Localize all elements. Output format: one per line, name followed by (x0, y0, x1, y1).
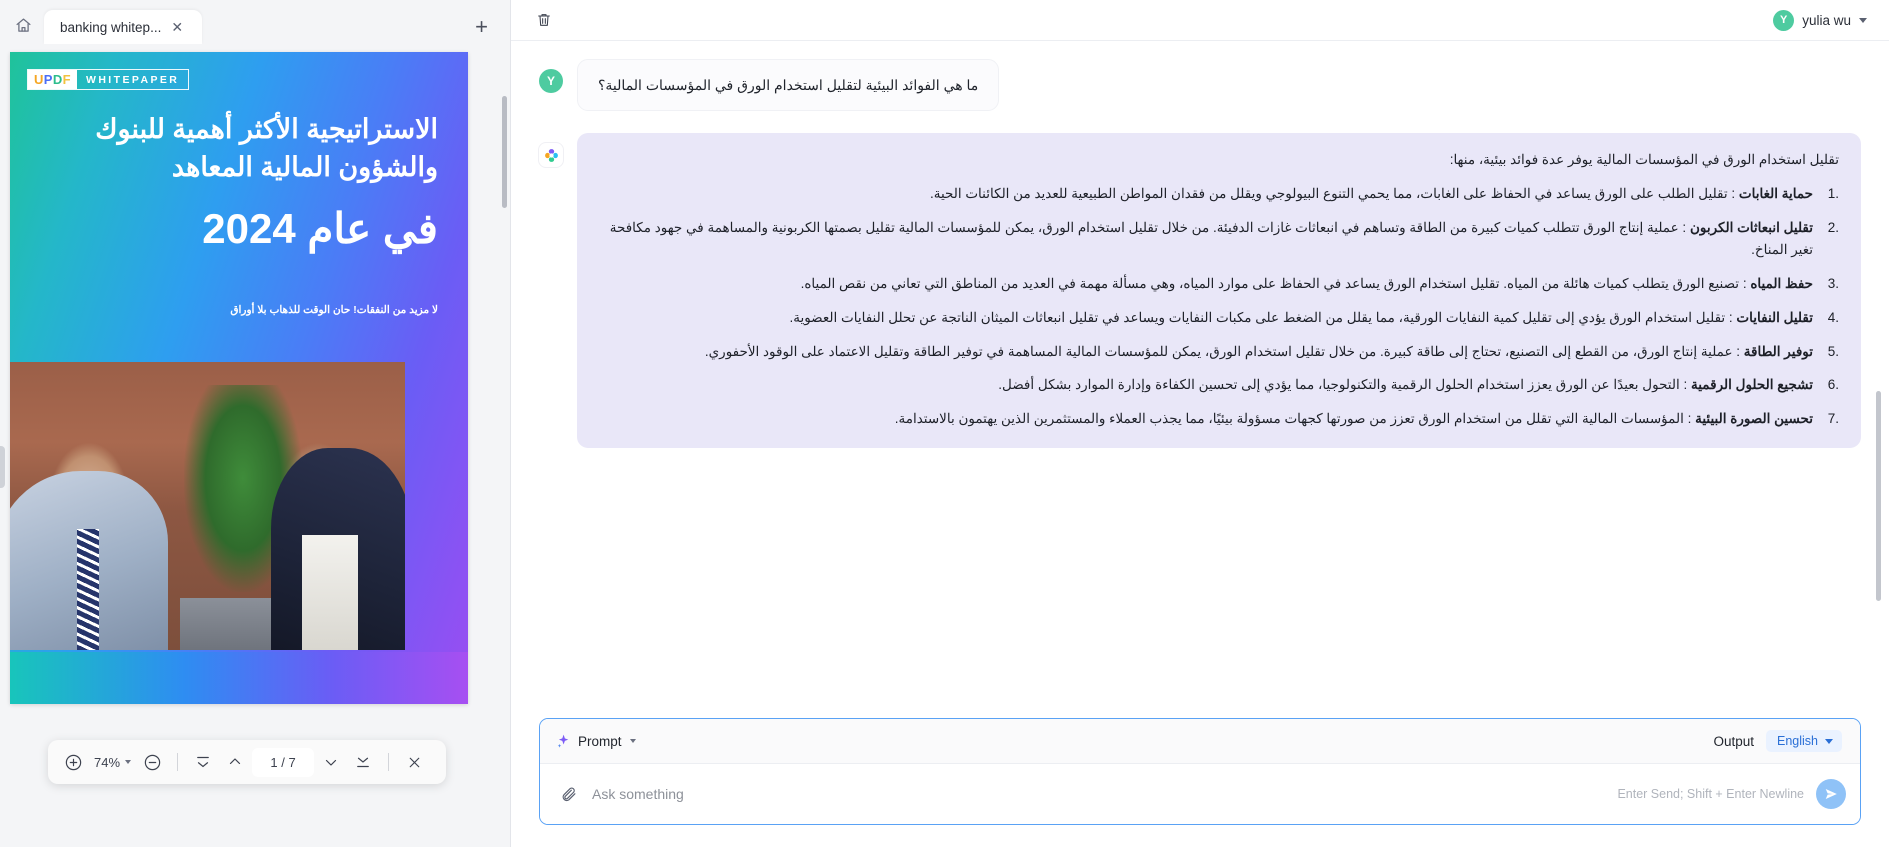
zoom-in-icon[interactable] (58, 747, 88, 777)
prompt-label: Prompt (578, 733, 622, 749)
paperclip-icon[interactable] (556, 782, 580, 806)
zoom-out-icon[interactable] (137, 747, 167, 777)
pdf-scrollbar[interactable] (502, 96, 507, 208)
answer-item-body: عملية إنتاج الورق، من القطع إلى التصنيع،… (704, 343, 1733, 359)
answer-item-body: تقليل الطلب على الورق يساعد في الحفاظ عل… (929, 186, 1728, 202)
answer-item-heading: تشجيع الحلول الرقمية (1691, 377, 1813, 393)
cover-photo (10, 362, 405, 650)
answer-item-body: تقليل استخدام الورق يؤدي إلى تقليل كمية … (789, 309, 1726, 325)
toolbar-divider-2 (388, 753, 390, 771)
composer: Prompt Output English Ask something Ente… (539, 718, 1861, 825)
app-root: banking whitep... ✕ + UPDF WHITEPAPER ال… (0, 0, 1889, 847)
close-viewer-icon[interactable] (399, 747, 429, 777)
updf-wordmark: UPDF (28, 70, 78, 89)
send-button[interactable] (1816, 779, 1846, 809)
next-page-icon[interactable] (316, 747, 346, 777)
chevron-down-icon (629, 739, 636, 743)
chat-scrollbar[interactable] (1876, 391, 1881, 601)
updf-letter-u: U (34, 72, 44, 87)
avatar: Y (1773, 9, 1795, 31)
answer-intro: تقليل استخدام الورق في المؤسسات المالية … (1449, 152, 1839, 168)
answer-list-item: تحسين الصورة البيئية : المؤسسات المالية … (894, 408, 1839, 430)
cover-footer-bar (10, 652, 468, 704)
user-name: yulia wu (1802, 12, 1851, 28)
chat-header: Y yulia wu (511, 0, 1889, 41)
answer-item-heading: تقليل انبعاثات الكربون (1689, 220, 1813, 236)
avatar: Y (539, 69, 563, 93)
user-message-text: ما هي الفوائد البيئية لتقليل استخدام الو… (577, 59, 1000, 112)
output-group: Output English (1713, 730, 1842, 752)
chevron-down-icon (1859, 17, 1867, 23)
pdf-page-1: UPDF WHITEPAPER الاستراتيجية الأكثر أهمي… (10, 52, 468, 704)
answer-list-item: تقليل النفايات : تقليل استخدام الورق يؤد… (789, 307, 1839, 329)
composer-input-row: Enter Send; Shift + Enter Newline (540, 764, 1860, 824)
composer-toolbar: Prompt Output English (540, 719, 1860, 764)
keyboard-hint: Enter Send; Shift + Enter Newline (1617, 787, 1804, 801)
updf-letter-f: F (62, 72, 72, 87)
close-icon[interactable]: ✕ (169, 18, 185, 36)
last-page-icon[interactable] (348, 747, 378, 777)
answer-item-heading: حماية الغابات (1738, 186, 1813, 202)
message-assistant: تقليل استخدام الورق في المؤسسات المالية … (539, 133, 1861, 449)
search-input[interactable] (592, 786, 1606, 802)
answer-item-body: تصنيع الورق يتطلب كميات هائلة من المياه.… (800, 275, 1740, 291)
home-icon[interactable] (6, 6, 40, 44)
ai-logo-icon (539, 143, 563, 168)
composer-wrap: Prompt Output English Ask something Ente… (511, 712, 1889, 847)
answer-list-item: حماية الغابات : تقليل الطلب على الورق يس… (929, 183, 1839, 205)
page-indicator[interactable]: 1 / 7 (252, 747, 315, 777)
updf-letter-d: D (52, 72, 63, 87)
updf-letter-p: P (43, 72, 53, 87)
message-user: Y ما هي الفوائد البيئية لتقليل استخدام ا… (539, 59, 1861, 112)
answer-list-item: تشجيع الحلول الرقمية : التحول بعيدًا عن … (998, 374, 1839, 396)
cover-title: الاستراتيجية الأكثر أهمية للبنوك والشؤون… (95, 114, 438, 183)
language-selector[interactable]: English (1766, 730, 1842, 752)
output-label: Output (1713, 733, 1754, 749)
zoom-level-value: 74% (94, 754, 121, 770)
sparkle-icon (557, 734, 569, 748)
updf-whitepaper-label: WHITEPAPER (86, 73, 180, 86)
language-value: English (1777, 734, 1818, 748)
answer-list-item: حفظ المياه : تصنيع الورق يتطلب كميات هائ… (800, 273, 1839, 295)
chat-pane: Y yulia wu Y ما هي الفوائد البيئية لتقلي… (511, 0, 1889, 847)
panel-resize-handle[interactable] (0, 445, 5, 488)
chevron-down-icon (1825, 738, 1833, 744)
answer-list: حماية الغابات : تقليل الطلب على الورق يس… (599, 183, 1839, 430)
answer-item-heading: تقليل النفايات (1736, 309, 1813, 325)
tab-label: banking whitep... (60, 19, 162, 35)
answer-item-body: المؤسسات المالية التي تقلل من استخدام ال… (894, 411, 1684, 427)
answer-list-item: تقليل انبعاثات الكربون : عملية إنتاج الو… (609, 217, 1839, 257)
assistant-message: تقليل استخدام الورق في المؤسسات المالية … (577, 133, 1861, 449)
chat-messages[interactable]: Y ما هي الفوائد البيئية لتقليل استخدام ا… (511, 41, 1889, 712)
chevron-down-icon (125, 760, 132, 764)
cover-subtitle: لا مزيد من النفقات! حان الوقت للذهاب بلا… (230, 304, 438, 316)
answer-item-heading: تحسين الصورة البيئية (1695, 411, 1813, 427)
updf-logo: UPDF WHITEPAPER (27, 69, 190, 90)
answer-list-item: توفير الطاقة : عملية إنتاج الورق، من الق… (704, 341, 1839, 363)
answer-item-body: التحول بعيدًا عن الورق يعزز استخدام الحل… (998, 377, 1680, 393)
pdf-toolbar: 74% 1 / 7 (48, 740, 446, 784)
new-tab-button[interactable]: + (475, 16, 488, 38)
pdf-stage[interactable]: UPDF WHITEPAPER الاستراتيجية الأكثر أهمي… (0, 44, 510, 847)
pdf-viewer-pane: banking whitep... ✕ + UPDF WHITEPAPER ال… (0, 0, 511, 847)
document-tab[interactable]: banking whitep... ✕ (44, 10, 202, 44)
answer-item-heading: حفظ المياه (1750, 275, 1813, 291)
photo-necktie (77, 529, 99, 650)
answer-item-heading: توفير الطاقة (1743, 343, 1813, 359)
trash-icon[interactable] (531, 7, 557, 33)
zoom-level-selector[interactable]: 74% (90, 755, 135, 770)
answer-item-body: عملية إنتاج الورق تتطلب كميات كبيرة من ا… (609, 220, 1813, 257)
photo-shirt-right (302, 534, 358, 650)
prompt-selector[interactable]: Prompt (556, 734, 636, 749)
tab-bar: banking whitep... ✕ + (0, 0, 510, 44)
prev-page-icon[interactable] (220, 747, 250, 777)
cover-year: في عام 2024 (202, 205, 438, 252)
toolbar-divider (177, 753, 179, 771)
first-page-icon[interactable] (188, 747, 218, 777)
user-menu[interactable]: Y yulia wu (1773, 9, 1867, 31)
